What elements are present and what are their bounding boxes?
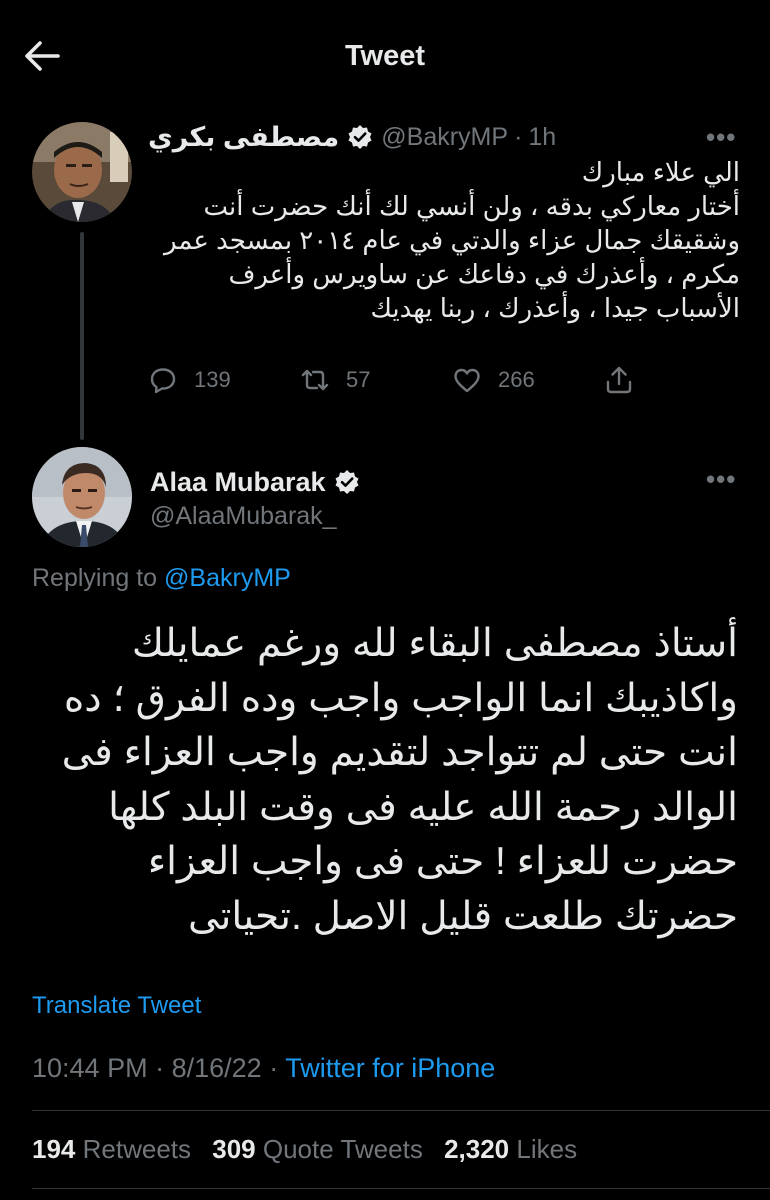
share-icon [606,366,632,394]
page-title: Tweet [344,40,426,72]
retweets-label: Retweets [82,1134,192,1164]
replying-prefix: Replying to [32,564,158,592]
retweets-stat[interactable]: 194 Retweets [32,1134,191,1164]
main-author-name[interactable]: Alaa Mubarak [150,467,326,498]
likes-count: 2,320 [444,1134,510,1164]
retweet-button[interactable]: 57 [300,362,370,398]
avatar-bakry-image [32,122,132,222]
verified-badge-icon [334,469,360,495]
heart-icon [454,368,480,393]
quotes-stat[interactable]: 309 Quote Tweets [212,1134,423,1164]
retweet-count: 57 [346,367,371,392]
main-tweet-line: الوالد رحمة الله عليه فى وقت البلد كلها [108,785,738,829]
tweet-meta: 10:44 PM · 8/16/22 · Twitter for iPhone [32,1053,495,1084]
meta-separator: · [155,1053,165,1083]
parent-author-name[interactable]: مصطفى بكري [148,122,339,153]
more-options-icon[interactable]: ••• [706,466,736,492]
reply-button[interactable]: 139 [148,362,231,398]
reply-icon [150,368,176,394]
divider [32,1188,770,1189]
retweets-count: 194 [32,1134,76,1164]
parent-tweet-line: مكرم ، وأعذرك في دفاعك عن ساويرس وأعرف [228,259,740,289]
parent-tweet-line: الأسباب جيدا ، وأعذرك ، ربنا يهديك [370,293,741,323]
parent-author-handle[interactable]: @BakryMP [381,123,508,152]
avatar-alaa-image [32,447,132,547]
thread-connector [80,232,84,440]
avatar-alaa[interactable] [32,447,132,547]
more-options-icon[interactable]: ••• [706,124,736,150]
reply-count: 139 [194,367,231,392]
main-author-handle[interactable]: @AlaaMubarak_ [150,502,337,531]
main-tweet-line: انت حتى لم تتواجد لتقديم واجب العزاء فى [61,731,738,774]
tweet-client-link[interactable]: Twitter for iPhone [285,1053,495,1083]
like-count: 266 [498,367,535,392]
parent-tweet-time[interactable]: 1h [528,123,556,152]
replying-mention-link[interactable]: @BakryMP [164,564,291,592]
parent-tweet-actions: 139 57 266 [148,362,648,398]
avatar-bakry[interactable] [32,122,132,222]
main-tweet-line: واكاذيبك انما الواجب واجب وده الفرق ؛ ده [63,676,738,720]
quotes-count: 309 [212,1134,256,1164]
parent-tweet-line: وشقيقك جمال عزاء والدتي في عام ٢٠١٤ بمسج… [164,225,740,255]
meta-separator: · [269,1053,279,1083]
header-bar: Tweet [0,0,770,110]
replying-to: Replying to @BakryMP [32,564,291,593]
tweet-date[interactable]: 8/16/22 [172,1053,262,1083]
share-button[interactable] [604,362,650,398]
likes-label: Likes [516,1134,578,1164]
divider [32,1110,770,1111]
translate-tweet-link[interactable]: Translate Tweet [32,992,201,1020]
meta-separator: · [514,122,523,151]
main-tweet-line: أستاذ مصطفى البقاء لله ورغم عمايلك [131,622,738,665]
likes-stat[interactable]: 2,320 Likes [444,1134,577,1164]
like-button[interactable]: 266 [452,362,535,398]
verified-badge-icon [347,124,373,150]
parent-tweet-text: الي علاء مبارك أختار معاركي بدقه ، ولن أ… [160,155,740,325]
parent-tweet-header: مصطفى بكري @BakryMP · 1h [148,120,568,154]
tweet-time[interactable]: 10:44 PM [32,1053,148,1083]
main-tweet-text: أستاذ مصطفى البقاء لله ورغم عمايلك واكاذ… [38,617,738,944]
tweet-stats: 194 Retweets 309 Quote Tweets 2,320 Like… [32,1134,577,1165]
parent-tweet-line: أختار معاركي بدقه ، ولن أنسي لك أنك حضرت… [203,191,740,221]
quotes-label: Quote Tweets [262,1134,423,1164]
main-tweet-author-row: Alaa Mubarak [150,465,368,499]
main-tweet-line: حضرتك طلعت قليل الاصل .تحياتى [187,894,738,938]
main-tweet-line: حضرت للعزاء ! حتى فى واجب العزاء [147,840,738,883]
parent-tweet-line: الي علاء مبارك [581,157,740,187]
retweet-icon [301,369,329,391]
